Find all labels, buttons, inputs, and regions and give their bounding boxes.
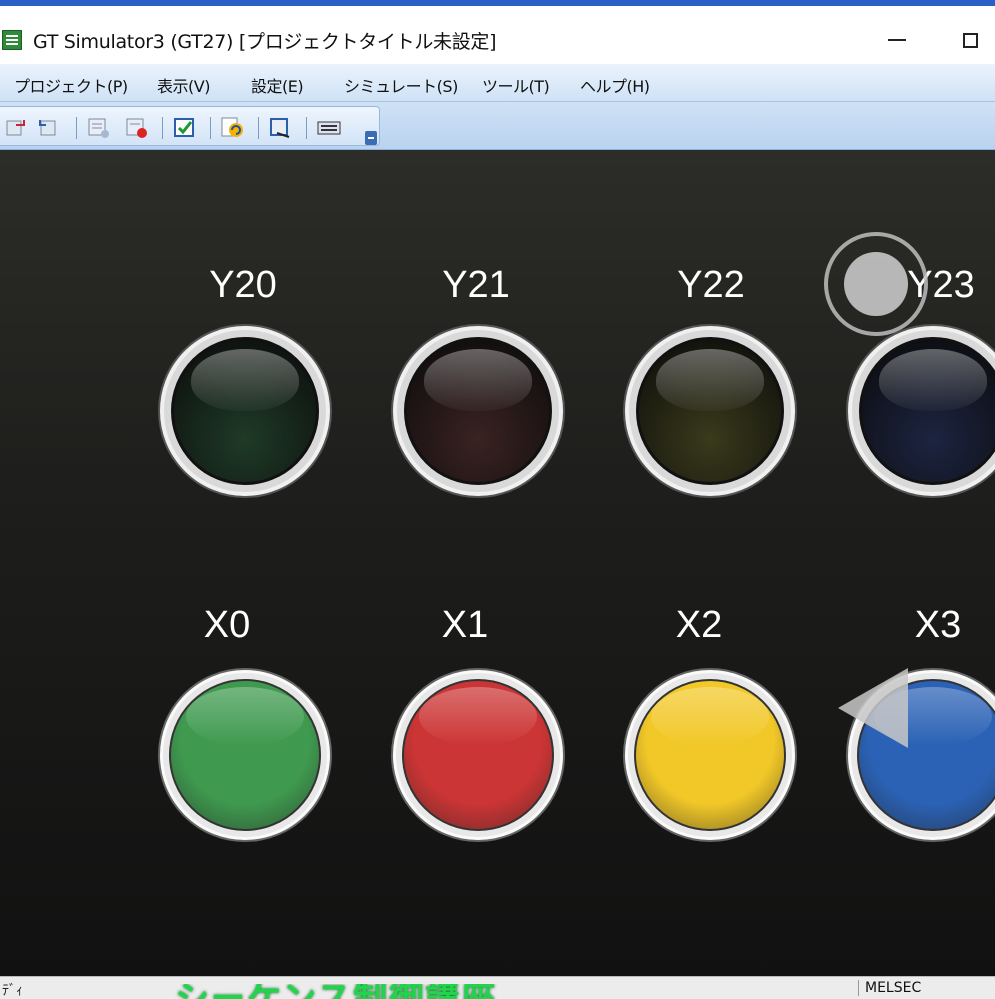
lamp-y21	[393, 326, 563, 496]
overlay-banner-text: シーケンス制御講座	[175, 984, 835, 999]
device-test-icon[interactable]	[124, 116, 150, 140]
lamp-label-y22: Y22	[677, 264, 745, 306]
minimize-icon	[888, 39, 906, 41]
button-label-x2: X2	[675, 604, 723, 646]
menu-project[interactable]: プロジェクト(P)	[14, 73, 128, 97]
lamp-y21-lens	[404, 337, 552, 485]
button-label-x3: X3	[914, 604, 962, 646]
lamp-y20	[160, 326, 330, 496]
lamp-label-y20: Y20	[209, 264, 277, 306]
menu-bar: プロジェクト(P) 表示(V) 設定(E) シミュレート(S) ツール(T) ヘ…	[0, 64, 995, 102]
status-plc-type: MELSEC	[858, 980, 921, 996]
push-button-x0[interactable]	[160, 670, 330, 840]
window-title: GT Simulator3 (GT27) [プロジェクトタイトル未設定]	[33, 31, 497, 53]
lamp-y23	[848, 326, 995, 496]
screen-check-icon[interactable]	[172, 116, 198, 140]
toolbar-strip	[0, 106, 380, 146]
toolbar-separator	[210, 117, 211, 139]
lamp-y22	[625, 326, 795, 496]
toolbar	[0, 102, 995, 150]
keypad-icon[interactable]	[316, 116, 342, 140]
menu-simulate[interactable]: シミュレート(S)	[344, 73, 458, 97]
push-button-x2-face	[634, 679, 786, 831]
undo-icon[interactable]	[4, 116, 30, 140]
touch-cursor-icon	[824, 232, 928, 336]
toolbar-separator	[76, 117, 77, 139]
push-button-x1[interactable]	[393, 670, 563, 840]
push-button-x0-face	[169, 679, 321, 831]
lamp-y23-lens	[859, 337, 995, 485]
maximize-icon	[962, 32, 978, 48]
lamp-y20-lens	[171, 337, 319, 485]
menu-help[interactable]: ヘルプ(H)	[580, 73, 650, 97]
toolbar-separator	[306, 117, 307, 139]
device-monitor-icon[interactable]	[86, 116, 112, 140]
minimize-button[interactable]	[872, 20, 922, 60]
back-arrow-icon[interactable]	[838, 668, 908, 748]
menu-view[interactable]: 表示(V)	[157, 73, 210, 97]
lamp-y22-lens	[636, 337, 784, 485]
maximize-button[interactable]	[945, 20, 995, 60]
menu-tools[interactable]: ツール(T)	[482, 73, 550, 97]
status-text: ﾃﾞｨ	[2, 983, 23, 999]
button-label-x0: X0	[203, 604, 251, 646]
refresh-icon[interactable]	[220, 116, 246, 140]
toolbar-separator	[162, 117, 163, 139]
title-bar[interactable]: GT Simulator3 (GT27) [プロジェクトタイトル未設定]	[0, 0, 995, 64]
app-grid-icon	[2, 30, 22, 50]
toolbar-overflow-icon[interactable]	[365, 131, 377, 145]
push-button-x2[interactable]	[625, 670, 795, 840]
menu-settings[interactable]: 設定(E)	[251, 73, 304, 97]
gt-simulator-window: GT Simulator3 (GT27) [プロジェクトタイトル未設定] プロジ…	[0, 0, 995, 999]
redo-icon[interactable]	[38, 116, 64, 140]
push-button-x1-face	[402, 679, 554, 831]
button-label-x1: X1	[441, 604, 489, 646]
toolbar-separator	[258, 117, 259, 139]
lamp-label-y21: Y21	[442, 264, 510, 306]
debug-icon[interactable]	[268, 116, 294, 140]
